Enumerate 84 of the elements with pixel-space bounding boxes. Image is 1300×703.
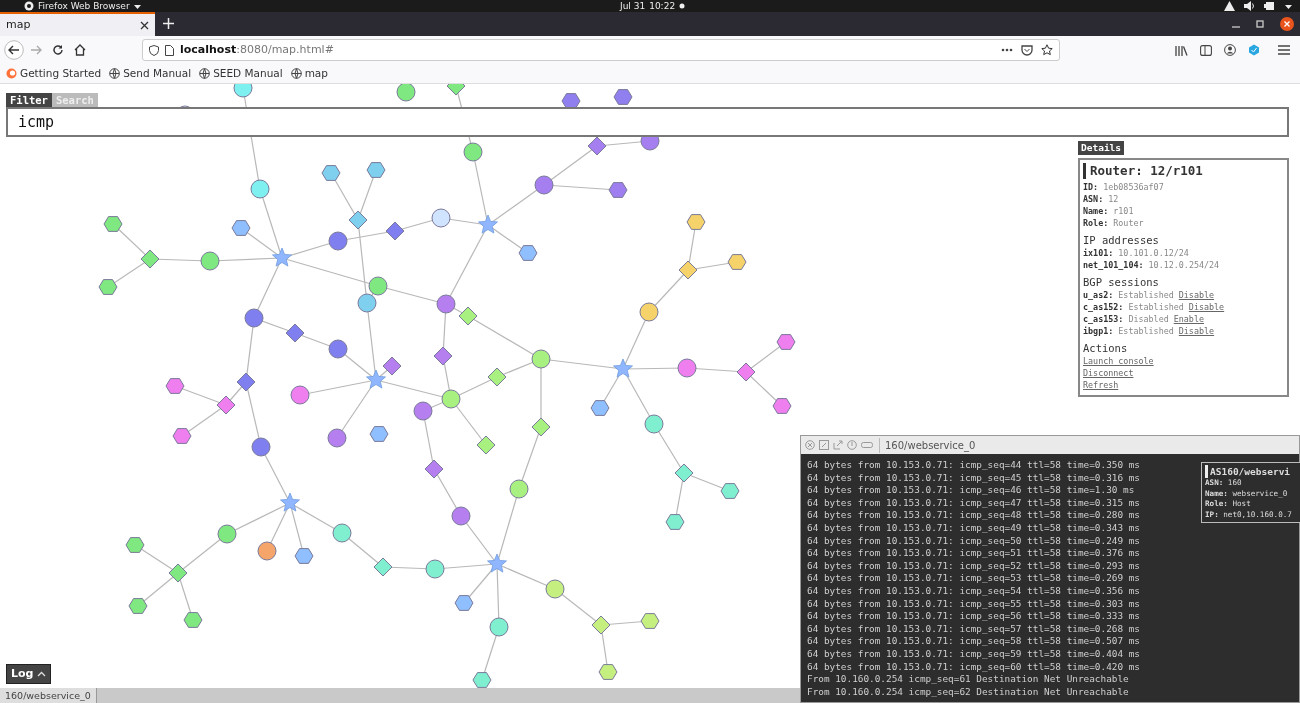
console-line: 64 bytes from 10.153.0.71: icmp_seq=45 ttl=58 time=0.316 ms — [807, 471, 1140, 485]
tooltip-title: AS160/webservi — [1205, 465, 1298, 478]
reload-icon[interactable] — [52, 44, 64, 56]
section-heading: BGP sessions — [1083, 276, 1160, 289]
console-line: 64 bytes from 10.153.0.71: icmp_seq=58 ttl=58 time=0.507 ms — [807, 635, 1140, 648]
console-tab[interactable]: 160/webservice_0 — [0, 688, 97, 703]
page-icon — [165, 44, 174, 56]
detail-text: ix101: 10.101.0.12/24 — [1083, 247, 1189, 259]
console-line: 64 bytes from 10.153.0.71: icmp_seq=55 ttl=58 time=0.303 ms — [807, 597, 1140, 611]
detail-text: Role: Router — [1083, 217, 1144, 229]
detail-text: Name: r101 — [1083, 205, 1134, 217]
url-text: localhost:8080/map.html# — [180, 41, 334, 58]
volume-icon[interactable] — [1244, 1, 1255, 11]
more-icon[interactable] — [1001, 48, 1013, 52]
action-link[interactable]: Disable — [1178, 289, 1215, 301]
section-heading: Actions — [1083, 342, 1129, 355]
action-link[interactable]: Launch console — [1083, 356, 1154, 366]
detail-text: net_101_104: 10.12.0.254/24 — [1083, 259, 1220, 271]
extension-icon[interactable] — [1248, 44, 1260, 56]
console-line: 64 bytes from 10.153.0.71: icmp_seq=48 ttl=58 time=0.280 ms — [807, 509, 1140, 522]
filter-tab[interactable]: Filter — [6, 93, 52, 107]
bookmark-link[interactable]: map — [304, 65, 328, 82]
action-link[interactable]: Refresh — [1083, 380, 1119, 390]
new-tab-icon[interactable] — [163, 18, 174, 29]
console-line: 64 bytes from 10.153.0.71: icmp_seq=53 ttl=58 time=0.269 ms — [807, 572, 1140, 585]
console-line: 64 bytes from 10.153.0.71: icmp_seq=46 ttl=58 time=1.30 ms — [807, 484, 1135, 497]
globe-icon — [109, 68, 121, 79]
pocket-icon[interactable] — [1021, 44, 1033, 56]
close-icon[interactable] — [1280, 17, 1294, 31]
console-line: 64 bytes from 10.153.0.71: icmp_seq=52 ttl=58 time=0.293 ms — [807, 559, 1140, 573]
date-text: Jul 31 — [620, 0, 646, 12]
console-line: 64 bytes from 10.153.0.71: icmp_seq=60 ttl=58 time=0.420 ms — [807, 660, 1140, 674]
detail-text: c_as152: Established — [1083, 301, 1184, 313]
detail-text: ibgp1: Established — [1083, 325, 1174, 337]
action-link[interactable]: Disconnect — [1083, 368, 1134, 378]
browser-tab[interactable]: map — [0, 12, 155, 36]
action-link[interactable]: Disable — [1178, 325, 1215, 337]
console-line: 64 bytes from 10.153.0.71: icmp_seq=44 ttl=58 time=0.350 ms — [807, 459, 1140, 472]
detail-text: ASN: 12 — [1083, 193, 1119, 205]
terminal-title: 160/webservice_0 — [879, 437, 976, 453]
log-button[interactable]: Log — [6, 663, 52, 684]
details-title: Router: 12/r101 — [1083, 163, 1284, 179]
console-line: 64 bytes from 10.153.0.71: icmp_seq=47 ttl=58 time=0.315 ms — [807, 496, 1140, 510]
console-line: From 10.160.0.254 icmp_seq=61 Destination Net Unreachable — [807, 673, 1129, 686]
console-line: 64 bytes from 10.153.0.71: icmp_seq=59 ttl=58 time=0.404 ms — [807, 647, 1140, 661]
close-icon[interactable] — [140, 20, 149, 30]
bookmark-link[interactable]: Send Manual — [123, 65, 192, 82]
globe-icon — [290, 68, 302, 79]
caret-icon — [133, 2, 141, 10]
filter-field[interactable]: icmp — [6, 107, 1289, 137]
action-link[interactable]: Enable — [1173, 313, 1204, 325]
sidebar-icon[interactable] — [1200, 44, 1212, 56]
chevron-up-icon — [37, 670, 47, 677]
globe-icon — [199, 68, 211, 79]
tab-title: map — [6, 16, 31, 33]
action-link[interactable]: Disable — [1188, 301, 1225, 313]
back-icon[interactable] — [4, 40, 24, 60]
clock-text[interactable]: 10:22 — [649, 0, 676, 12]
firefox-icon — [6, 68, 17, 79]
console-line: 64 bytes from 10.153.0.71: icmp_seq=54 ttl=58 time=0.356 ms — [807, 584, 1140, 598]
library-icon[interactable] — [1175, 44, 1188, 56]
home-icon[interactable] — [74, 44, 86, 56]
console-line: 64 bytes from 10.153.0.71: icmp_seq=49 ttl=58 time=0.343 ms — [807, 521, 1140, 535]
bookmark-link[interactable]: Getting Started — [20, 65, 102, 82]
battery-icon[interactable] — [1264, 1, 1276, 11]
caret-icon[interactable] — [1285, 2, 1292, 10]
menu-icon[interactable] — [1278, 45, 1290, 55]
shield-icon — [149, 44, 159, 56]
detail-text: u_as2: Established — [1083, 289, 1174, 301]
bookmark-link[interactable]: SEED Manual — [213, 65, 283, 82]
console-line: From 10.160.0.254 icmp_seq=62 Destination Net Unreachable — [807, 685, 1129, 699]
address-bar[interactable]: localhost:8080/map.html# — [142, 39, 1060, 61]
detail-text: ID: 1eb08536af07 — [1083, 181, 1164, 193]
console-line: 64 bytes from 10.153.0.71: icmp_seq=50 ttl=58 time=0.249 ms — [807, 534, 1140, 548]
console-line: 64 bytes from 10.153.0.71: icmp_seq=57 ttl=58 time=0.268 ms — [807, 622, 1140, 636]
app-menu[interactable]: Firefox Web Browser — [38, 0, 130, 12]
console-line: 64 bytes from 10.153.0.71: icmp_seq=51 ttl=58 time=0.376 ms — [807, 547, 1140, 560]
detail-text: c_as153: Disabled — [1083, 313, 1169, 325]
star-icon[interactable] — [1041, 44, 1053, 56]
account-icon[interactable] — [1224, 44, 1236, 56]
dot-icon — [679, 3, 686, 9]
maximize-icon[interactable] — [1256, 20, 1264, 28]
console-line: 64 bytes from 10.153.0.71: icmp_seq=56 ttl=58 time=0.333 ms — [807, 610, 1140, 623]
section-heading: IP addresses — [1083, 234, 1160, 247]
